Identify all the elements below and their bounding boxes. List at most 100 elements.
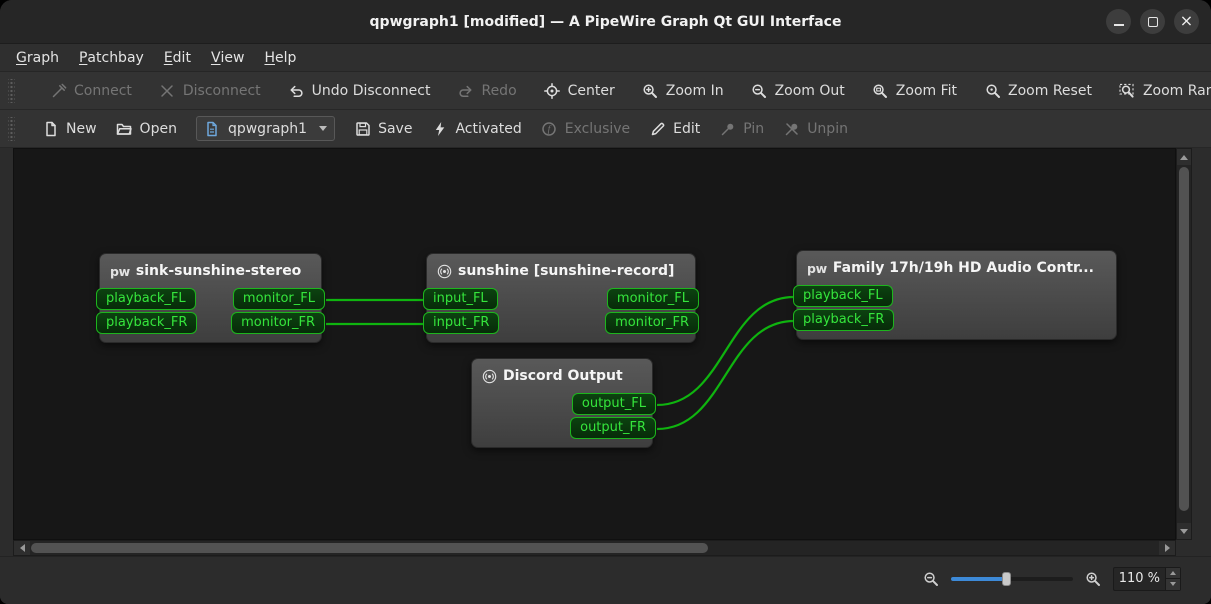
port-playback-fl[interactable]: playback_FL	[793, 285, 893, 307]
toolbar-edit-button[interactable]: Edit	[649, 120, 700, 137]
vertical-scroll-track[interactable]	[1177, 165, 1191, 523]
zoom-spinbox[interactable]: 110 %	[1113, 566, 1181, 591]
toolbar-activated-button[interactable]: Activated	[431, 120, 522, 137]
canvas-right-margin	[1192, 148, 1211, 540]
toolbar-label: Unpin	[807, 120, 848, 137]
port-monitor-fl[interactable]: monitor_FL	[232, 288, 325, 310]
toolbar-grip[interactable]	[8, 116, 15, 141]
toolbar-disconnect-button: Disconnect	[159, 82, 261, 99]
node-title: sink-sunshine-stereo	[135, 263, 302, 279]
horizontal-scroll-track[interactable]	[30, 541, 1159, 555]
horizontal-scroll-thumb[interactable]	[31, 543, 709, 553]
toolbar-label: Connect	[74, 82, 132, 99]
toolbar-label: Redo	[481, 82, 517, 99]
menu-item-view[interactable]: View	[201, 44, 255, 71]
toolbar-label: Zoom Out	[774, 82, 845, 99]
window-controls	[1106, 0, 1199, 43]
port-input-fr[interactable]: input_FR	[423, 312, 500, 334]
scrollbar-corner	[1176, 540, 1192, 556]
menu-item-patchbay[interactable]: Patchbay	[69, 44, 154, 71]
port-output-fr[interactable]: output_FR	[570, 417, 656, 439]
zoom-reset-icon	[984, 82, 1001, 99]
connect-icon	[50, 82, 67, 99]
titlebar: qpwgraph1 [modified] — A PipeWire Graph …	[0, 0, 1211, 44]
undo-icon	[288, 82, 305, 99]
zoom-slider-fill	[951, 576, 1006, 581]
pipewire-icon: pw	[110, 263, 130, 279]
toolbar-grip[interactable]	[8, 78, 15, 103]
toolbar-save-button[interactable]: Save	[354, 120, 412, 137]
node-sink-sunshine-stereo[interactable]: pw sink-sunshine-stereo playback_FL playbac…	[96, 253, 325, 343]
arrow-left-icon	[19, 544, 25, 552]
menu-item-help[interactable]: Help	[254, 44, 306, 71]
speaker-icon	[482, 369, 497, 384]
app-window: qpwgraph1 [modified] — A PipeWire Graph …	[0, 0, 1211, 604]
main-area: pw sink-sunshine-stereo playback_FL playbac…	[0, 148, 1211, 540]
port-input-fl[interactable]: input_FL	[423, 288, 498, 310]
port-playback-fr[interactable]: playback_FR	[793, 309, 895, 331]
zoom-fit-icon	[872, 82, 889, 99]
activated-icon	[431, 120, 448, 137]
node-discord-output[interactable]: Discord Output output_FL output_FR	[471, 358, 656, 448]
spin-up-button[interactable]	[1166, 567, 1180, 579]
vertical-scrollbar[interactable]	[1176, 148, 1192, 540]
toolbar-zoom-range-button[interactable]: Zoom Range	[1119, 82, 1211, 99]
connections-layer	[326, 295, 795, 431]
horizontal-scrollbar[interactable]	[13, 540, 1176, 556]
vertical-scroll-thumb[interactable]	[1179, 167, 1189, 511]
scroll-right-button[interactable]	[1159, 541, 1175, 555]
arrow-up-icon	[1180, 154, 1188, 160]
zoom-spin-buttons	[1165, 567, 1180, 590]
disconnect-icon	[159, 82, 176, 99]
menubar: Graph Patchbay Edit View Help	[0, 44, 1211, 72]
toolbar-label: Open	[139, 120, 177, 137]
horizontal-scrollbar-row	[0, 540, 1211, 556]
toolbar-zoom-in-button[interactable]: Zoom In	[642, 82, 724, 99]
menu-item-graph[interactable]: Graph	[6, 44, 69, 71]
toolbar-label: Edit	[673, 120, 701, 137]
toolbar-zoom-reset-button[interactable]: Zoom Reset	[984, 82, 1092, 99]
scroll-left-button[interactable]	[14, 541, 30, 555]
unpin-icon	[783, 120, 800, 137]
zoom-in-icon[interactable]	[1085, 571, 1101, 587]
maximize-button[interactable]	[1140, 9, 1165, 34]
port-playback-fr[interactable]: playback_FR	[96, 312, 198, 334]
toolbar-center-button[interactable]: Center	[544, 82, 615, 99]
toolbar-open-button[interactable]: Open	[116, 120, 177, 137]
toolbar-zoom-out-button[interactable]: Zoom Out	[751, 82, 845, 99]
spin-down-button[interactable]	[1166, 579, 1180, 590]
zoom-out-icon[interactable]	[923, 571, 939, 587]
toolbar-pin-button: Pin	[719, 120, 764, 137]
statusbar: 110 %	[0, 556, 1211, 604]
port-monitor-fr[interactable]: monitor_FR	[605, 312, 699, 334]
zoom-slider[interactable]	[951, 570, 1073, 588]
patchbay-file-icon	[204, 120, 221, 137]
graph-canvas[interactable]: pw sink-sunshine-stereo playback_FL playbac…	[13, 148, 1176, 540]
toolbar-zoom-fit-button[interactable]: Zoom Fit	[872, 82, 957, 99]
toolbar-label: Pin	[743, 120, 765, 137]
node-family-audio[interactable]: pw Family 17h/19h HD Audio Contr... playba…	[793, 250, 1117, 340]
arrow-down-icon	[1170, 582, 1176, 587]
toolbar-label: Undo Disconnect	[311, 82, 431, 99]
menu-item-edit[interactable]: Edit	[154, 44, 201, 71]
toolbar-label: qpwgraph1	[227, 120, 308, 137]
toolbar-label: Zoom In	[665, 82, 724, 99]
node-sunshine[interactable]: sunshine [sunshine-record] input_FL input_…	[423, 253, 699, 343]
close-button[interactable]	[1174, 9, 1199, 34]
minimize-button[interactable]	[1106, 9, 1131, 34]
scroll-down-button[interactable]	[1177, 523, 1191, 539]
zoom-slider-handle[interactable]	[1001, 571, 1011, 586]
toolbar-qpwgraph1-combo[interactable]: qpwgraph1	[195, 116, 336, 141]
port-playback-fl[interactable]: playback_FL	[96, 288, 196, 310]
toolbar-undo-disconnect-button[interactable]: Undo Disconnect	[288, 82, 431, 99]
toolbar-patchbay: New Open qpwgraph1 Save Activated f Exclusive E…	[0, 110, 1211, 148]
toolbar-label: Activated	[455, 120, 522, 137]
toolbar-new-button[interactable]: New	[42, 120, 97, 137]
port-output-fl[interactable]: output_FL	[571, 393, 656, 415]
pipewire-icon: pw	[807, 260, 827, 276]
scroll-up-button[interactable]	[1177, 149, 1191, 165]
zoom-out-icon	[751, 82, 768, 99]
port-monitor-fl[interactable]: monitor_FL	[606, 288, 699, 310]
port-monitor-fr[interactable]: monitor_FR	[231, 312, 325, 334]
open-folder-icon	[116, 120, 133, 137]
